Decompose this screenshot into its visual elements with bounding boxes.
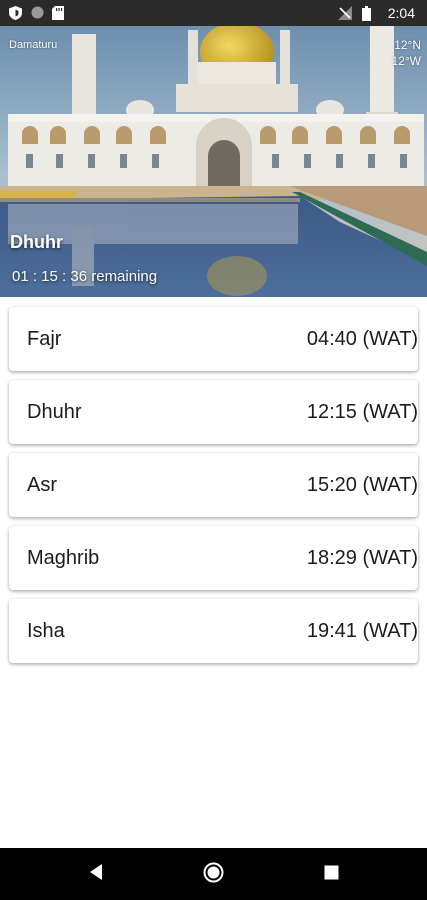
time-remaining: 01 : 15 : 36 remaining: [12, 268, 158, 285]
prayer-card-asr[interactable]: Asr 15:20 (WAT): [9, 453, 418, 517]
city-name: Damaturu: [9, 39, 58, 51]
recents-icon[interactable]: [324, 865, 339, 880]
shield-icon: [9, 6, 22, 20]
mosque-image: [0, 26, 427, 297]
prayer-name: Dhuhr: [27, 401, 82, 423]
longitude-label: 12°W: [391, 54, 421, 68]
prayer-name: Fajr: [27, 328, 62, 350]
prayer-time: 18:29 (WAT): [306, 547, 418, 569]
prayer-card-fajr[interactable]: Fajr 04:40 (WAT): [9, 307, 418, 371]
status-time: 2:04: [387, 5, 415, 21]
prayer-time: 19:41 (WAT): [306, 620, 418, 642]
sd-card-icon: [52, 6, 64, 20]
prayer-name: Isha: [27, 620, 65, 642]
navigation-bar: [0, 848, 427, 900]
header-banner: Damaturu 12°N 12°W Dhuhr 01 : 15 : 36 re…: [0, 26, 427, 297]
prayer-time: 12:15 (WAT): [306, 401, 418, 423]
back-icon[interactable]: [88, 863, 104, 881]
circle-icon: [31, 6, 44, 19]
battery-icon: [362, 6, 371, 21]
prayer-card-isha[interactable]: Isha 19:41 (WAT): [9, 599, 418, 663]
status-bar: 2:04: [0, 0, 427, 26]
prayer-list: Fajr 04:40 (WAT) Dhuhr 12:15 (WAT) Asr 1…: [9, 307, 418, 672]
no-signal-icon: [338, 6, 352, 20]
prayer-name: Maghrib: [27, 547, 100, 569]
prayer-card-maghrib[interactable]: Maghrib 18:29 (WAT): [9, 526, 418, 590]
prayer-time: 04:40 (WAT): [306, 328, 418, 350]
prayer-card-dhuhr[interactable]: Dhuhr 12:15 (WAT): [9, 380, 418, 444]
latitude-label: 12°N: [394, 38, 421, 52]
prayer-name: Asr: [27, 474, 57, 496]
home-icon[interactable]: [203, 862, 224, 883]
prayer-time: 15:20 (WAT): [306, 474, 418, 496]
current-prayer-title: Dhuhr: [10, 232, 63, 252]
